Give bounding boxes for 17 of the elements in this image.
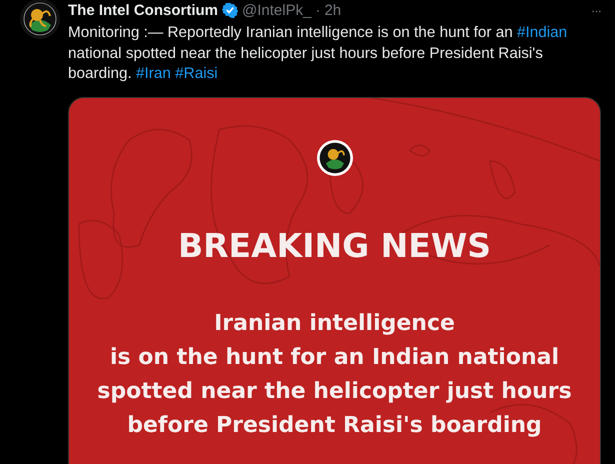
news-text-line: before President Raisi's boarding (127, 412, 542, 440)
author-name[interactable]: The Intel Consortium (68, 2, 218, 18)
hashtag-link[interactable]: #Indian (516, 24, 568, 41)
more-menu[interactable]: ··· (591, 2, 601, 18)
hashtag-link[interactable]: #Raisi (175, 65, 218, 82)
separator-dot: · (315, 2, 320, 18)
logo-icon (316, 140, 352, 176)
tweet-text: Monitoring :— Reportedly Iranian intelligence is on the hunt for an #Indian national spotted near the helicopter just hours before President Raisi's boarding. #Iran #Raisi (68, 23, 568, 84)
news-text-line: spotted near the helicopter just hours (97, 378, 572, 406)
author-handle[interactable]: @IntelPk_ (242, 2, 312, 18)
tweet-time[interactable]: 2h (324, 2, 342, 18)
avatar-icon[interactable] (20, 0, 60, 39)
media-card[interactable]: BREAKING NEWS Iranian intelligence is on the hunt for an Indian national spotted near the helicopter just hours before President Raisi's boarding (68, 96, 601, 464)
news-text-line: Iranian intelligence (214, 310, 455, 338)
hashtag-link[interactable]: #Iran (136, 65, 171, 82)
news-text-line: is on the hunt for an Indian national (110, 344, 560, 372)
headline: BREAKING NEWS (178, 226, 492, 264)
